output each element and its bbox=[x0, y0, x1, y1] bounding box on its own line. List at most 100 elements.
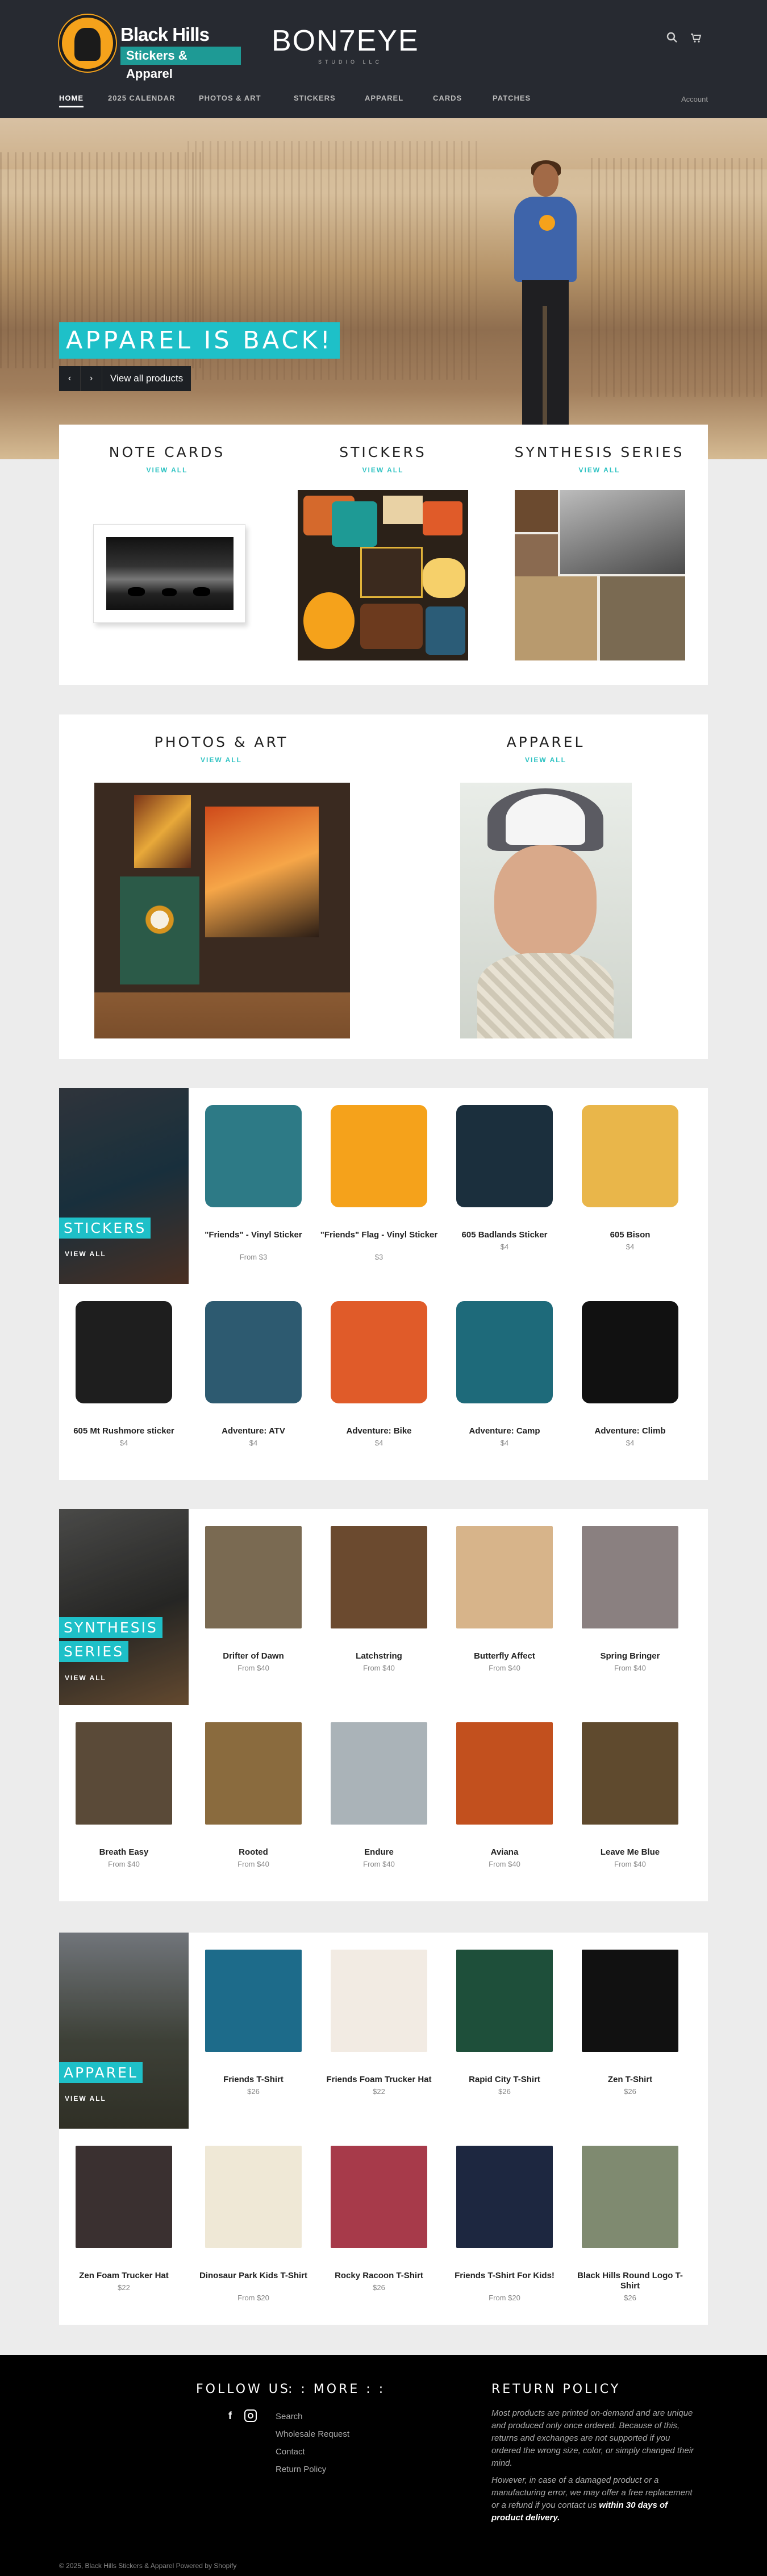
section-feature-tile[interactable]: APPAREL VIEW ALL bbox=[59, 1933, 189, 2129]
product-image[interactable] bbox=[76, 2146, 172, 2248]
product-image[interactable] bbox=[582, 1950, 678, 2052]
nav-cards[interactable]: CARDS bbox=[433, 94, 462, 102]
product-image[interactable] bbox=[582, 1526, 678, 1628]
collection-title-synthesis[interactable]: SYNTHESIS SERIES bbox=[491, 444, 708, 460]
product-image[interactable] bbox=[76, 1722, 172, 1825]
product-image[interactable] bbox=[205, 1301, 302, 1403]
nav-stickers[interactable]: STICKERS bbox=[294, 94, 336, 102]
nav-calendar[interactable]: 2025 CALENDAR bbox=[108, 94, 175, 102]
facebook-icon[interactable]: f bbox=[225, 2409, 235, 2422]
product-image[interactable] bbox=[205, 1950, 302, 2052]
product-title[interactable]: Rocky Racoon T-Shirt bbox=[319, 2271, 439, 2281]
product-title[interactable]: "Friends" Flag - Vinyl Sticker bbox=[319, 1230, 439, 1240]
section-title[interactable]: STICKERS bbox=[59, 1218, 151, 1239]
product-image[interactable] bbox=[582, 2146, 678, 2248]
nav-apparel[interactable]: APPAREL bbox=[365, 94, 403, 102]
product-image[interactable] bbox=[205, 1526, 302, 1628]
product-image[interactable] bbox=[582, 1105, 678, 1207]
product-title[interactable]: Dinosaur Park Kids T-Shirt bbox=[194, 2271, 313, 2281]
product-image[interactable] bbox=[456, 1301, 553, 1403]
product-title[interactable]: Adventure: Climb bbox=[570, 1426, 690, 1436]
cart-icon[interactable] bbox=[689, 31, 703, 46]
product-title[interactable]: Butterfly Affect bbox=[445, 1651, 564, 1661]
next-slide-button[interactable]: › bbox=[81, 366, 102, 391]
view-all-link[interactable]: VIEW ALL bbox=[491, 466, 708, 474]
section-feature-tile[interactable]: STICKERS VIEW ALL bbox=[59, 1088, 189, 1284]
view-all-link[interactable]: VIEW ALL bbox=[275, 466, 491, 474]
product-title[interactable]: Zen Foam Trucker Hat bbox=[64, 2271, 184, 2281]
product-image[interactable] bbox=[456, 1526, 553, 1628]
section-view-all-link[interactable]: VIEW ALL bbox=[65, 2095, 106, 2103]
section-title[interactable]: SYNTHESIS bbox=[59, 1617, 162, 1638]
product-title[interactable]: Latchstring bbox=[319, 1651, 439, 1661]
nav-home[interactable]: HOME bbox=[59, 94, 84, 107]
stickers-collection-image[interactable] bbox=[298, 490, 468, 660]
product-title[interactable]: Friends Foam Trucker Hat bbox=[319, 2075, 439, 2085]
product-title[interactable]: Rapid City T-Shirt bbox=[445, 2075, 564, 2085]
product-image[interactable] bbox=[582, 1722, 678, 1825]
instagram-icon[interactable] bbox=[244, 2409, 257, 2422]
account-link[interactable]: Account bbox=[681, 95, 708, 103]
nav-patches[interactable]: PATCHES bbox=[493, 94, 531, 102]
product-image[interactable] bbox=[331, 1301, 427, 1403]
view-all-link[interactable]: VIEW ALL bbox=[384, 756, 708, 764]
section-view-all-link[interactable]: VIEW ALL bbox=[65, 1250, 106, 1258]
apparel-collection-image[interactable] bbox=[460, 783, 632, 1038]
product-title[interactable]: Black Hills Round Logo T-Shirt bbox=[570, 2271, 690, 2291]
store-logo[interactable]: Black Hills Stickers & Apparel bbox=[59, 13, 241, 81]
product-title[interactable]: Breath Easy bbox=[64, 1847, 184, 1858]
view-all-link[interactable]: VIEW ALL bbox=[59, 466, 275, 474]
collection-title-apparel[interactable]: APPAREL bbox=[384, 734, 708, 750]
product-image[interactable] bbox=[205, 1105, 302, 1207]
product-title[interactable]: Drifter of Dawn bbox=[194, 1651, 313, 1661]
product-title[interactable]: 605 Mt Rushmore sticker bbox=[64, 1426, 184, 1436]
product-image[interactable] bbox=[76, 1301, 172, 1403]
product-title[interactable]: Endure bbox=[319, 1847, 439, 1858]
nav-photos-art[interactable]: PHOTOS & ART bbox=[199, 94, 261, 102]
product-image[interactable] bbox=[205, 1722, 302, 1825]
product-title[interactable]: Rooted bbox=[194, 1847, 313, 1858]
footer-link[interactable]: Wholesale Request bbox=[276, 2429, 349, 2439]
product-image[interactable] bbox=[205, 2146, 302, 2248]
note-card-image[interactable] bbox=[93, 524, 245, 623]
section-title[interactable]: SERIES bbox=[59, 1641, 129, 1662]
product-image[interactable] bbox=[456, 1950, 553, 2052]
product-title[interactable]: Leave Me Blue bbox=[570, 1847, 690, 1858]
footer-link[interactable]: Contact bbox=[276, 2447, 305, 2457]
photos-art-image[interactable] bbox=[94, 783, 350, 1038]
product-title[interactable]: 605 Bison bbox=[570, 1230, 690, 1240]
collection-title-stickers[interactable]: STICKERS bbox=[275, 444, 491, 460]
product-image[interactable] bbox=[331, 2146, 427, 2248]
product-title[interactable]: Adventure: Camp bbox=[445, 1426, 564, 1436]
section-feature-tile[interactable]: SYNTHESIS SERIES VIEW ALL bbox=[59, 1509, 189, 1705]
product-image[interactable] bbox=[456, 1105, 553, 1207]
product-title[interactable]: Zen T-Shirt bbox=[570, 2075, 690, 2085]
search-icon[interactable] bbox=[665, 31, 680, 46]
product-title[interactable]: Adventure: Bike bbox=[319, 1426, 439, 1436]
product-image[interactable] bbox=[331, 1950, 427, 2052]
view-all-link[interactable]: VIEW ALL bbox=[59, 756, 384, 764]
footer-link[interactable]: Return Policy bbox=[276, 2465, 326, 2474]
product-title[interactable]: Aviana bbox=[445, 1847, 564, 1858]
footer-link[interactable]: Search bbox=[276, 2412, 303, 2421]
section-view-all-link[interactable]: VIEW ALL bbox=[65, 1674, 106, 1682]
prev-slide-button[interactable]: ‹ bbox=[59, 366, 81, 391]
product-title[interactable]: "Friends" - Vinyl Sticker bbox=[194, 1230, 313, 1240]
synthesis-collection-image[interactable] bbox=[515, 490, 685, 660]
product-image[interactable] bbox=[456, 2146, 553, 2248]
view-all-products-button[interactable]: View all products bbox=[102, 366, 191, 391]
product-image[interactable] bbox=[331, 1526, 427, 1628]
product-title[interactable]: 605 Badlands Sticker bbox=[445, 1230, 564, 1240]
product-image[interactable] bbox=[582, 1301, 678, 1403]
product-title[interactable]: Adventure: ATV bbox=[194, 1426, 313, 1436]
product-image[interactable] bbox=[456, 1722, 553, 1825]
product-title[interactable]: Friends T-Shirt For Kids! bbox=[445, 2271, 564, 2281]
product-title[interactable]: Friends T-Shirt bbox=[194, 2075, 313, 2085]
product-title[interactable]: Spring Bringer bbox=[570, 1651, 690, 1661]
collection-title-photos-art[interactable]: PHOTOS & ART bbox=[59, 734, 384, 750]
section-title[interactable]: APPAREL bbox=[59, 2062, 143, 2083]
product-image[interactable] bbox=[331, 1105, 427, 1207]
collection-title-note-cards[interactable]: NOTE CARDS bbox=[59, 444, 275, 460]
product-image[interactable] bbox=[331, 1722, 427, 1825]
partner-logo[interactable]: BON7EYE bbox=[272, 24, 419, 58]
